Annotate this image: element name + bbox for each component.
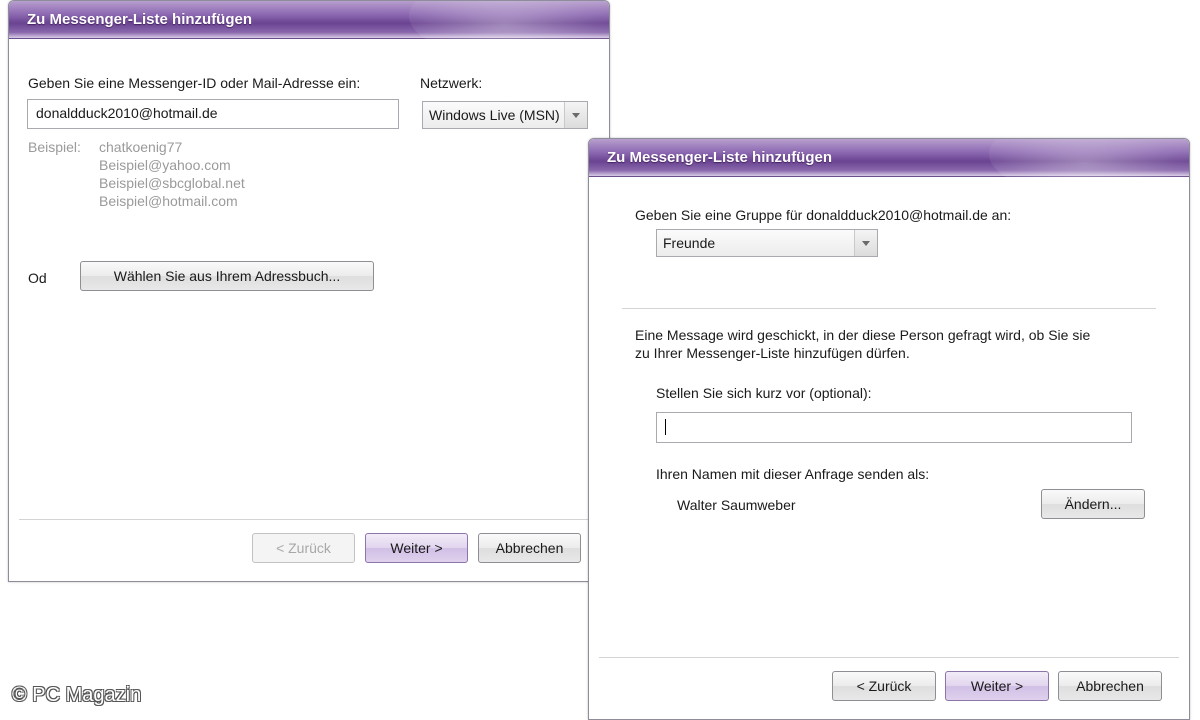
dialog-2-title: Zu Messenger-Liste hinzufügen (607, 149, 833, 166)
back-button[interactable]: < Zurück (832, 671, 936, 701)
example-item: Beispiel@hotmail.com (99, 193, 238, 209)
add-contact-dialog-2: Zu Messenger-Liste hinzufügen Geben Sie … (588, 138, 1190, 720)
cancel-button[interactable]: Abbrechen (478, 533, 581, 563)
dialog-1-separator (19, 519, 599, 520)
send-as-label: Ihren Namen mit dieser Anfrage senden al… (656, 466, 930, 482)
or-label: Od (28, 270, 47, 286)
network-label: Netzwerk: (420, 75, 483, 91)
network-select[interactable]: Windows Live (MSN) (422, 101, 588, 129)
add-contact-dialog-1: Zu Messenger-Liste hinzufügen Geben Sie … (8, 0, 610, 582)
dialog-1-body: Geben Sie eine Messenger-ID oder Mail-Ad… (9, 39, 609, 581)
id-prompt-label: Geben Sie eine Messenger-ID oder Mail-Ad… (28, 75, 361, 91)
info-text-line-1: Eine Message wird geschickt, in der dies… (635, 327, 1091, 343)
next-button[interactable]: Weiter > (945, 671, 1049, 701)
dialog-1-titlebar[interactable]: Zu Messenger-Liste hinzufügen (9, 1, 609, 61)
messenger-id-input[interactable]: donaldduck2010@hotmail.de (27, 99, 399, 129)
dialog-2-separator-top (622, 308, 1156, 309)
dialog-2-titlebar[interactable]: Zu Messenger-Liste hinzufügen (589, 139, 1189, 199)
back-button[interactable]: < Zurück (252, 533, 355, 563)
text-cursor (665, 419, 666, 435)
copyright-watermark: © PC Magazin (12, 684, 142, 706)
intro-input[interactable] (656, 412, 1132, 443)
example-item: Beispiel@sbcglobal.net (99, 175, 245, 191)
example-item: Beispiel@yahoo.com (99, 157, 231, 173)
choose-from-addressbook-button[interactable]: Wählen Sie aus Ihrem Adressbuch... (80, 261, 374, 291)
group-select-value: Freunde (663, 235, 716, 251)
dialog-1-title: Zu Messenger-Liste hinzufügen (27, 11, 253, 28)
group-prompt-label: Geben Sie eine Gruppe für donaldduck2010… (635, 207, 1012, 223)
group-select[interactable]: Freunde (656, 229, 878, 257)
change-name-button[interactable]: Ändern... (1041, 489, 1145, 519)
info-text-line-2: zu Ihrer Messenger-Liste hinzufügen dürf… (635, 345, 910, 361)
next-button[interactable]: Weiter > (365, 533, 468, 563)
chevron-down-icon[interactable] (564, 102, 587, 128)
example-item: chatkoenig77 (99, 139, 183, 155)
chevron-down-icon[interactable] (854, 230, 877, 256)
sender-name: Walter Saumweber (677, 497, 796, 513)
intro-label: Stellen Sie sich kurz vor (optional): (656, 385, 872, 401)
network-select-value: Windows Live (MSN) (429, 107, 560, 123)
dialog-2-body: Geben Sie eine Gruppe für donaldduck2010… (589, 177, 1189, 719)
dialog-2-separator-bottom (599, 657, 1179, 658)
example-label: Beispiel: (28, 139, 81, 155)
cancel-button[interactable]: Abbrechen (1058, 671, 1162, 701)
